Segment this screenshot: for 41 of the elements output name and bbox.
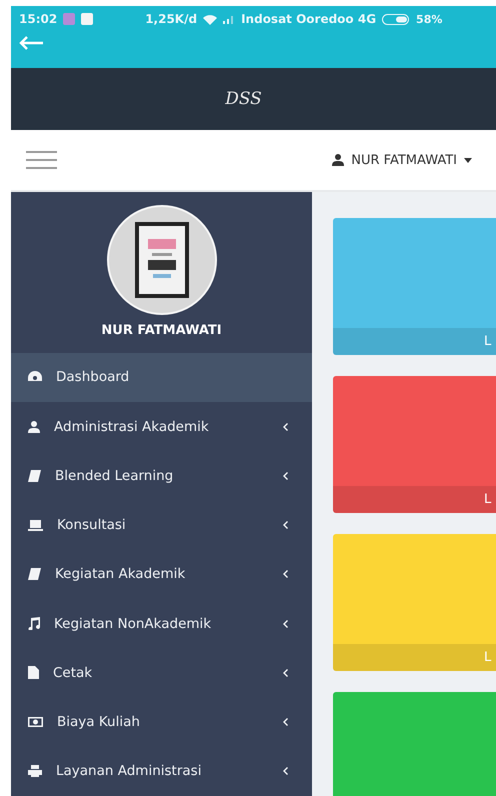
sidebar-item[interactable]: Administrasi Akademik bbox=[11, 402, 312, 452]
sidebar-item[interactable]: Dashboard bbox=[11, 352, 312, 402]
chevron-left-icon bbox=[283, 521, 288, 530]
sidebar-item[interactable]: Blended Learning bbox=[11, 451, 312, 500]
back-arrow-icon[interactable] bbox=[19, 36, 43, 50]
caret-icon bbox=[464, 158, 472, 162]
carrier-name: Indosat Ooredoo 4G bbox=[241, 12, 376, 26]
battery-icon bbox=[382, 14, 410, 24]
sidebar-item[interactable]: Konsultasi bbox=[11, 500, 312, 550]
chevron-left-icon bbox=[283, 767, 288, 776]
network-speed: 1,25K/d bbox=[145, 12, 198, 26]
sidebar-item[interactable]: Cetak bbox=[11, 648, 312, 698]
card-footer[interactable]: L bbox=[333, 486, 496, 513]
profile-name: NUR FATMAWATI bbox=[101, 323, 222, 338]
status-time: 15:02 bbox=[19, 12, 58, 26]
chevron-left-icon bbox=[283, 422, 288, 431]
money-icon bbox=[28, 717, 43, 728]
sidebar-item[interactable]: Kegiatan Akademik bbox=[11, 550, 312, 599]
music-icon bbox=[28, 617, 40, 630]
app-icon bbox=[81, 13, 94, 25]
chevron-left-icon bbox=[283, 668, 288, 677]
chevron-left-icon bbox=[283, 620, 288, 628]
battery-level: 58% bbox=[416, 12, 442, 26]
dashboard-icon bbox=[28, 371, 42, 384]
app-title: DSS bbox=[225, 89, 263, 109]
user-icon bbox=[332, 154, 344, 166]
chevron-left-icon bbox=[283, 718, 288, 726]
user-menu-button[interactable]: NUR FATMAWATI bbox=[332, 152, 472, 168]
chevron-left-icon bbox=[283, 472, 288, 480]
chevron-left-icon bbox=[283, 570, 288, 578]
signal-icon bbox=[223, 14, 236, 24]
laptop-icon bbox=[28, 520, 43, 531]
notification-icon bbox=[63, 13, 76, 25]
user-icon bbox=[28, 420, 40, 433]
sidebar-item[interactable]: Layanan Administrasi bbox=[11, 746, 312, 796]
sidebar-item[interactable]: Biaya Kuliah bbox=[11, 698, 312, 747]
printer-icon bbox=[28, 765, 42, 778]
file-icon bbox=[28, 666, 39, 680]
menu-icon[interactable] bbox=[26, 151, 57, 169]
wifi-icon bbox=[203, 14, 218, 24]
sidebar-item[interactable]: Kegiatan NonAkademik bbox=[11, 599, 312, 648]
